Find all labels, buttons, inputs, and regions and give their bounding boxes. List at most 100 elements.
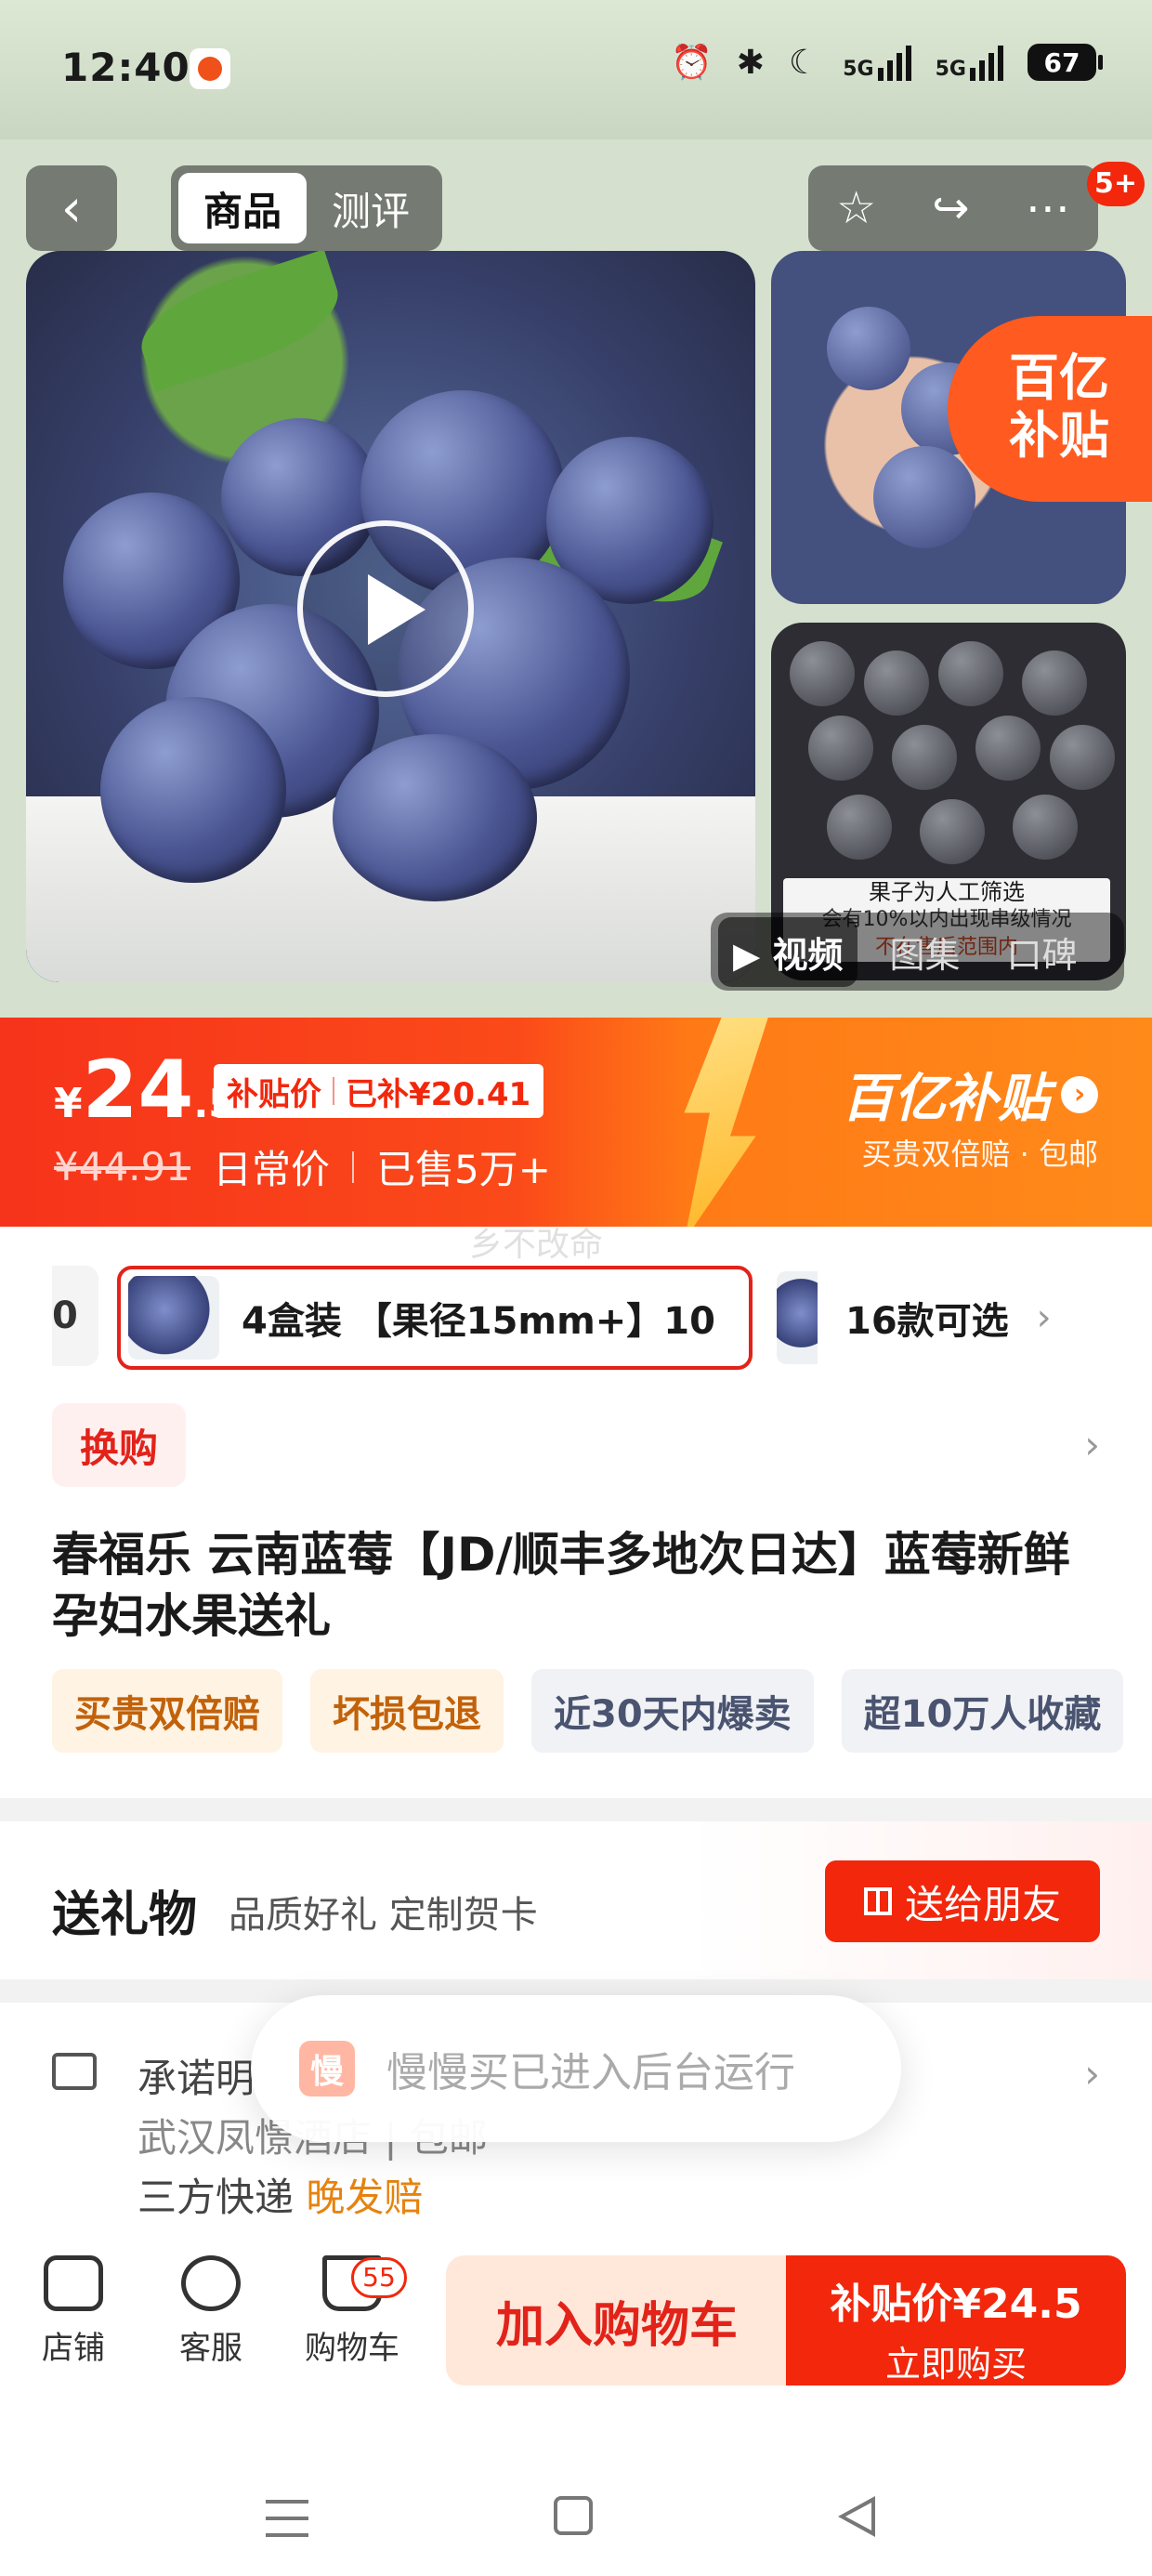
variant-count: 16款可选: [845, 1300, 1009, 1343]
play-icon[interactable]: [297, 520, 474, 697]
chevron-right-icon: ›: [1036, 1296, 1052, 1339]
gift-icon: [863, 1887, 892, 1915]
late-delivery-compensation: 晚发赔: [306, 2175, 424, 2220]
status-bar: 12:40 ⏰ ✱ ☾ 5G 5G 67: [0, 0, 1152, 139]
subsidy-brand-label: 百亿补贴: [842, 1069, 1050, 1129]
store-label: 店铺: [42, 2330, 105, 2367]
subsidy-badge: 百亿 补贴: [948, 316, 1152, 502]
send-to-friend-button[interactable]: 送给朋友: [825, 1860, 1100, 1942]
variant-selected-option[interactable]: 4盒装 【果径15mm+】10: [117, 1266, 753, 1370]
variant-more-button[interactable]: 16款可选 ›: [777, 1266, 1130, 1370]
berry: [1022, 651, 1087, 716]
berry: [333, 734, 537, 901]
gift-title: 送礼物: [52, 1887, 198, 1943]
original-price-row: ¥44.91 日常价 已售5万+: [54, 1138, 551, 1195]
berry: [1050, 725, 1115, 790]
tag-hot-selling[interactable]: 近30天内爆卖: [531, 1669, 814, 1753]
berry: [1013, 795, 1078, 860]
subsidy-price-tag: 补贴价 已补¥20.41: [214, 1064, 544, 1118]
back-triangle-icon[interactable]: [838, 2496, 875, 2537]
product-title: 春福乐 云南蓝莓【JD/顺丰多地次日达】蓝莓新鲜孕妇水果送礼: [52, 1528, 1070, 1643]
top-actions: ☆ ↪ ⋯: [808, 165, 1098, 251]
customer-service-button[interactable]: 客服: [151, 2255, 271, 2368]
berry: [100, 697, 286, 883]
price-integer: 24: [82, 1044, 194, 1137]
gift-subtitle: 品质好礼 定制贺卡: [229, 1894, 538, 1937]
service-tags: 买贵双倍赔 坏损包退 近30天内爆卖 超10万人收藏: [52, 1669, 1152, 1753]
buy-now-label: 立即购买: [884, 2344, 1027, 2385]
tag-price-guarantee[interactable]: 买贵双倍赔: [52, 1669, 282, 1753]
more-icon[interactable]: ⋯: [1026, 182, 1070, 234]
berry: [975, 716, 1041, 781]
signal-icon-2: 5G: [936, 44, 1003, 81]
share-icon[interactable]: ↪: [932, 182, 969, 234]
leaf-decoration: [129, 251, 350, 392]
top-tab-switcher: 商品 测评: [171, 165, 442, 251]
berry: [938, 641, 1003, 706]
media-tab-gallery[interactable]: 图集: [874, 917, 975, 987]
cart-count-badge: 55: [351, 2257, 407, 2298]
store-icon: [44, 2255, 103, 2311]
original-price: ¥44.91: [54, 1144, 190, 1189]
main-product-video[interactable]: [26, 251, 755, 982]
subsidy-badge-line2: 补贴: [1009, 406, 1109, 465]
delivery-truck-icon: [52, 2053, 97, 2090]
variant-thumbnail: [128, 1276, 219, 1360]
chevron-right-icon[interactable]: ›: [1084, 1422, 1100, 1467]
signal-icon-1: 5G: [843, 44, 911, 81]
media-tab-reviews[interactable]: 口碑: [991, 917, 1092, 987]
berry: [827, 307, 910, 390]
subsidy-brand-sub: 买贵双倍赔 · 包邮: [861, 1137, 1098, 1172]
background-toast: 慢 慢慢买已进入后台运行: [251, 1995, 901, 2142]
bottom-action-bar: 店铺 客服 购物车 55 加入购物车 补贴价¥24.5 立即购买: [0, 2235, 1152, 2388]
product-gallery: 百亿 补贴 果子为人工筛选 会有10%以内出现串级情况 不在售后范围内 ▶ 视频…: [0, 139, 1152, 1018]
tab-product[interactable]: 商品: [178, 173, 307, 243]
add-to-cart-button[interactable]: 加入购物车: [446, 2255, 788, 2385]
sold-count: 已售5万+: [375, 1147, 551, 1192]
tab-review[interactable]: 测评: [307, 173, 435, 243]
media-tab-video-label: 视频: [772, 934, 844, 976]
original-price-label: 日常价: [212, 1147, 330, 1192]
battery-icon: 67: [1028, 44, 1103, 81]
store-button[interactable]: 店铺: [13, 2255, 134, 2368]
subsidy-brand: 百亿补贴 ›: [842, 1057, 1098, 1132]
alarm-icon: ⏰: [670, 44, 713, 82]
back-button[interactable]: ‹: [26, 165, 117, 251]
shipping-carrier: 三方快递 晚发赔: [137, 2166, 423, 2223]
watermark: 乡不改命: [469, 1226, 604, 1264]
recent-apps-icon[interactable]: [266, 2500, 308, 2537]
shipping-carrier-label: 三方快递: [137, 2175, 295, 2220]
berry: [873, 446, 975, 548]
berry: [790, 641, 855, 706]
buy-now-price: 补贴价¥24.5: [830, 2280, 1082, 2328]
berry: [920, 799, 985, 864]
lightning-decoration: [684, 1018, 771, 1227]
favorite-star-icon[interactable]: ☆: [836, 182, 876, 234]
status-time: 12:40: [61, 45, 190, 90]
sorting-note-line1: 果子为人工筛选: [869, 879, 1025, 905]
berry: [808, 716, 873, 781]
tag-favorites[interactable]: 超10万人收藏: [841, 1669, 1124, 1753]
swap-buy-tag[interactable]: 换购: [52, 1403, 186, 1487]
customer-service-label: 客服: [179, 2330, 242, 2367]
bluetooth-icon: ✱: [736, 43, 765, 82]
variant-prev-option[interactable]: 0: [52, 1266, 98, 1366]
system-nav-bar: [0, 2388, 1152, 2576]
app-icon: 慢: [299, 2041, 355, 2096]
media-tab-video[interactable]: ▶ 视频: [718, 916, 858, 987]
status-icons: ⏰ ✱ ☾ 5G 5G 67: [670, 43, 1103, 82]
berry: [827, 795, 892, 860]
app-notification-icon: [190, 48, 230, 89]
buy-now-button[interactable]: 补贴价¥24.5 立即购买: [786, 2255, 1126, 2385]
toast-message: 慢慢买已进入后台运行: [386, 2049, 795, 2096]
notification-badge: 5+: [1087, 162, 1145, 206]
dnd-moon-icon: ☾: [788, 43, 819, 82]
chevron-right-icon: ›: [1084, 2051, 1100, 2096]
price-banner[interactable]: ¥24.5 补贴价 已补¥20.41 ¥44.91 日常价 已售5万+ 百亿补贴…: [0, 1018, 1152, 1227]
cart-label: 购物车: [305, 2330, 399, 2367]
gift-section: 送礼物 品质好礼 定制贺卡 送给朋友: [0, 1821, 1152, 1979]
tag-damage-refund[interactable]: 坏损包退: [310, 1669, 504, 1753]
variant-thumbnail: [777, 1271, 818, 1364]
chevron-right-icon: ›: [1061, 1075, 1098, 1113]
home-icon[interactable]: [554, 2496, 593, 2535]
